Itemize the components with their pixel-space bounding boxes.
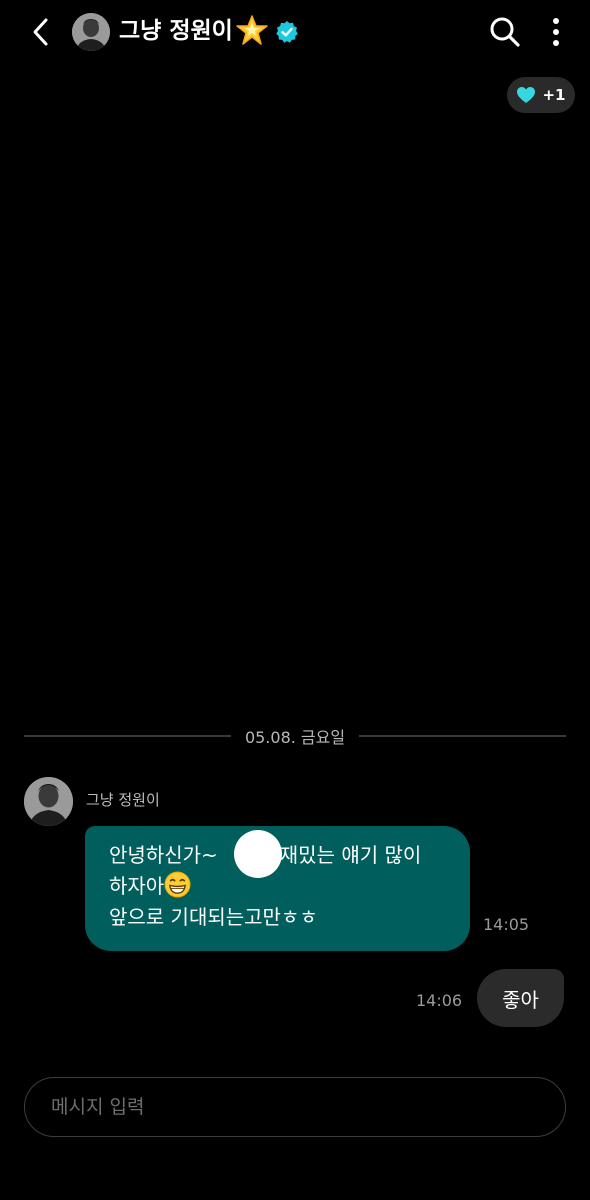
heart-icon: [517, 87, 536, 103]
verified-badge-icon: [276, 21, 298, 43]
chat-screen: 그냥 정원이 +1 05.08. 금요일 그냥 정원이 안녕하신가~ 재밌는 얘…: [0, 0, 590, 1200]
sender-avatar[interactable]: [24, 777, 73, 826]
chat-header: 그냥 정원이: [0, 0, 590, 64]
more-options-button[interactable]: [542, 14, 570, 50]
more-vertical-icon-dot: [553, 40, 559, 46]
grinning-face-icon: [164, 871, 191, 898]
message-line: 앞으로 기대되는고만ㅎㅎ: [109, 902, 446, 933]
divider-line: [24, 735, 231, 737]
glowing-star-icon: [236, 15, 268, 45]
search-icon: [490, 17, 520, 47]
message-text: 하자아: [109, 874, 165, 898]
more-vertical-icon-dot: [553, 29, 559, 35]
more-vertical-icon-dot: [553, 18, 559, 24]
outgoing-message-bubble[interactable]: 좋아: [477, 969, 564, 1027]
date-divider: 05.08. 금요일: [24, 722, 567, 750]
message-line: 하자아: [109, 871, 446, 902]
profile-photo-icon: [24, 777, 73, 826]
divider-line: [359, 735, 567, 737]
sender-name: 그냥 정원이: [86, 791, 160, 809]
header-avatar[interactable]: [72, 13, 110, 51]
reaction-pill[interactable]: +1: [507, 77, 575, 113]
reaction-count: +1: [542, 86, 566, 104]
message-text: 안녕하신가~: [109, 843, 218, 867]
chat-title: 그냥 정원이: [119, 18, 233, 44]
profile-photo-icon: [72, 13, 110, 51]
redaction-mark: [234, 830, 282, 878]
message-composer[interactable]: [24, 1077, 566, 1137]
date-label: 05.08. 금요일: [244, 728, 346, 747]
message-text: 좋아: [502, 987, 539, 1012]
chevron-left-icon: [33, 18, 48, 46]
message-text: 재밌는 얘기 많이: [279, 843, 422, 867]
message-input[interactable]: [49, 1095, 541, 1119]
message-timestamp: 14:06: [416, 991, 463, 1010]
search-button[interactable]: [487, 14, 523, 50]
message-text: 앞으로 기대되는고만ㅎㅎ: [109, 905, 318, 929]
message-timestamp: 14:05: [483, 915, 530, 934]
back-button[interactable]: [26, 12, 56, 52]
